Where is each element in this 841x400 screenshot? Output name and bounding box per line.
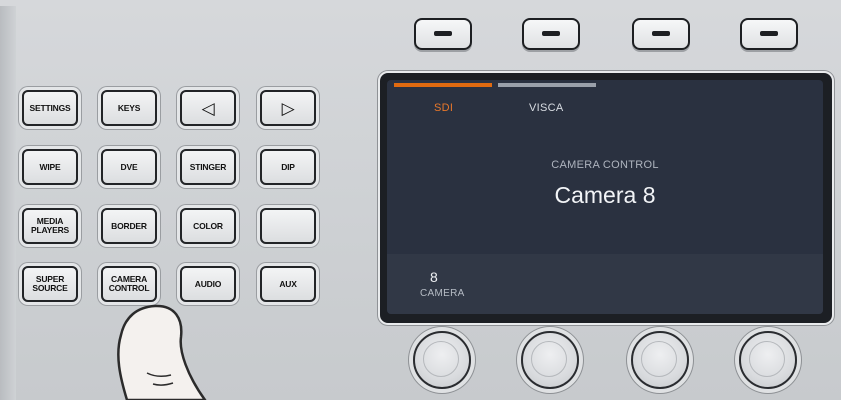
dip-button[interactable]: DIP	[260, 149, 316, 185]
settings-button[interactable]: SETTINGS	[22, 90, 78, 126]
color-button[interactable]: COLOR	[180, 208, 236, 244]
tab-sdi-indicator	[394, 83, 492, 87]
super-source-button[interactable]: SUPER SOURCE	[22, 266, 78, 302]
left-arrow-icon: ◁	[201, 98, 215, 118]
dash-icon	[652, 31, 670, 36]
lcd-screen: SDI VISCA CAMERA CONTROL Camera 8 8 CAME…	[387, 80, 823, 314]
panel-edge	[0, 6, 16, 400]
soft-key-3[interactable]	[632, 18, 690, 50]
control-knob-3[interactable]	[631, 331, 689, 389]
next-button[interactable]: ▷	[260, 90, 316, 126]
menu-title: CAMERA CONTROL	[551, 159, 659, 171]
media-players-button[interactable]: MEDIA PLAYERS	[22, 208, 78, 244]
menu-value: Camera 8	[554, 182, 656, 208]
keys-button[interactable]: KEYS	[101, 90, 157, 126]
dash-icon	[542, 31, 560, 36]
dash-icon	[434, 31, 452, 36]
control-knob-4[interactable]	[739, 331, 797, 389]
control-panel: SETTINGS KEYS ◁ ▷ WIPE DVE STINGER DIP M…	[0, 0, 841, 400]
border-button[interactable]: BORDER	[101, 208, 157, 244]
finger-image	[117, 304, 207, 400]
aux-button[interactable]: AUX	[260, 266, 316, 302]
stinger-button[interactable]: STINGER	[180, 149, 236, 185]
soft-key-1[interactable]	[414, 18, 472, 50]
soft-key-2[interactable]	[522, 18, 580, 50]
tab-sdi[interactable]: SDI	[434, 102, 453, 114]
control-knob-1[interactable]	[413, 331, 471, 389]
dve-button[interactable]: DVE	[101, 149, 157, 185]
tab-visca[interactable]: VISCA	[529, 102, 564, 114]
camera-parameter-value: 8	[430, 269, 438, 285]
right-arrow-icon: ▷	[281, 98, 295, 118]
dash-icon	[760, 31, 778, 36]
soft-key-4[interactable]	[740, 18, 798, 50]
blank-button[interactable]	[260, 208, 316, 244]
tab-visca-indicator	[498, 83, 596, 87]
previous-button[interactable]: ◁	[180, 90, 236, 126]
wipe-button[interactable]: WIPE	[22, 149, 78, 185]
camera-parameter-label: CAMERA	[420, 288, 465, 299]
control-knob-2[interactable]	[521, 331, 579, 389]
parameter-bar: 8 CAMERA	[387, 254, 823, 314]
